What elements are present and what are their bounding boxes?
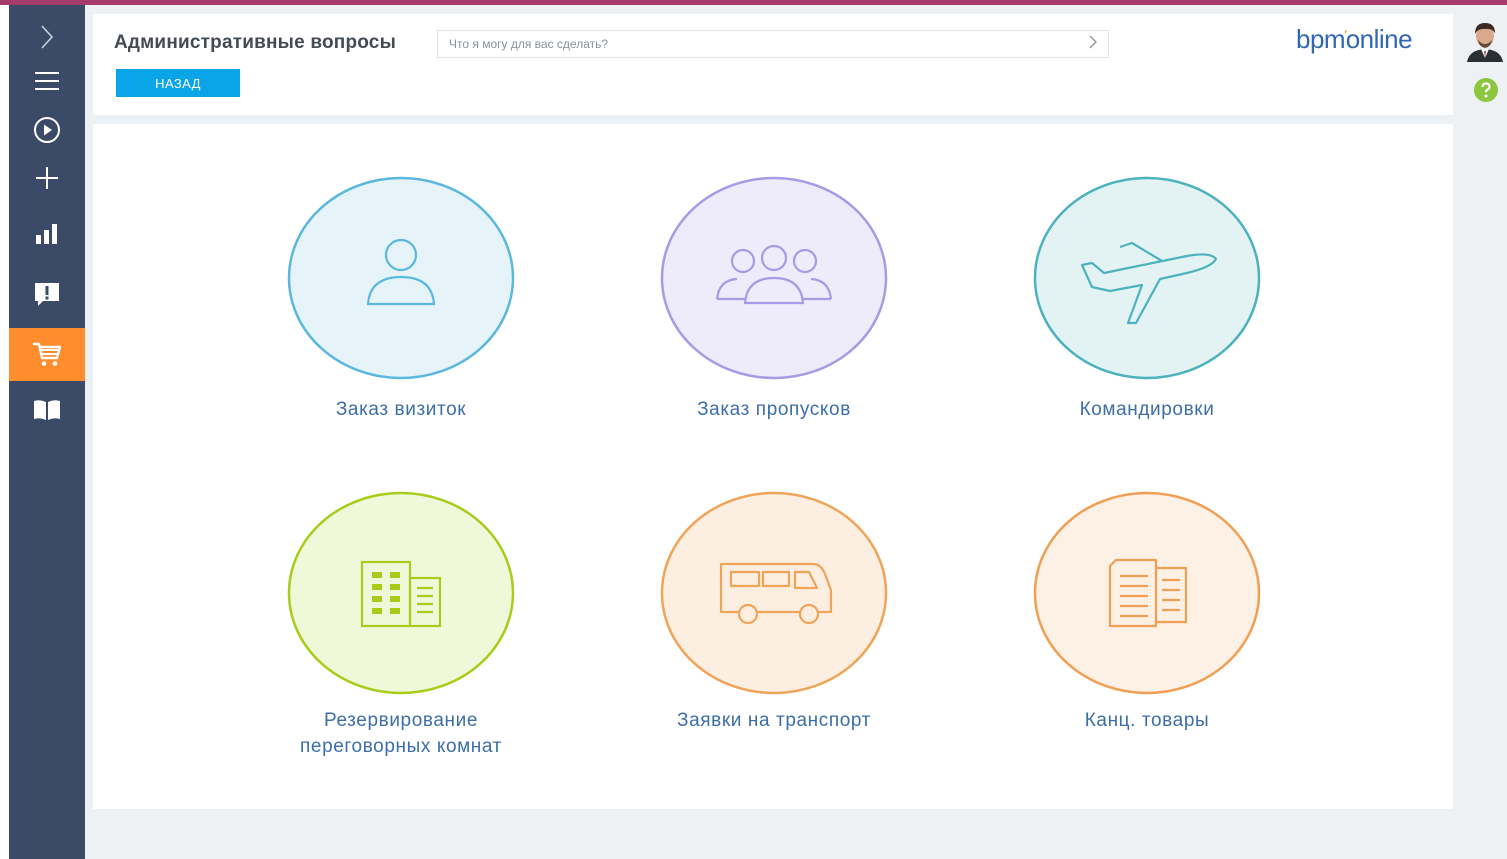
- chevron-right-icon: [1088, 35, 1098, 54]
- sidebar-add-button[interactable]: [9, 154, 85, 202]
- tile-business-trips[interactable]: Командировки: [997, 175, 1297, 435]
- help-icon[interactable]: [1474, 78, 1498, 102]
- command-go-button[interactable]: [1078, 31, 1108, 57]
- tile-stationery-circle: [1033, 491, 1261, 695]
- tile-passes-circle: [660, 176, 888, 380]
- logo-text-left: bpm: [1296, 24, 1346, 54]
- tile-business-trips-circle: [1033, 176, 1261, 380]
- sidebar-processes-button[interactable]: [9, 106, 85, 154]
- sidebar-expand-button[interactable]: [9, 13, 85, 61]
- logo-text-right: online: [1345, 24, 1413, 54]
- command-line: [437, 30, 1109, 58]
- sidebar-knowledge-base-button[interactable]: [9, 386, 85, 434]
- alert-message-icon: [34, 282, 60, 308]
- page-title: Административные вопросы: [114, 32, 396, 53]
- back-button[interactable]: НАЗАД: [116, 69, 240, 97]
- tile-transport[interactable]: Заявки на транспорт: [624, 490, 924, 750]
- tile-label-line-2: переговорных комнат: [300, 736, 502, 757]
- chevron-right-icon: [39, 24, 55, 50]
- main-sidebar: [9, 5, 85, 859]
- sidebar-menu-button[interactable]: [9, 57, 85, 105]
- book-icon: [33, 399, 61, 421]
- tile-business-cards-circle: [287, 176, 515, 380]
- menu-icon: [34, 71, 60, 91]
- tile-meeting-rooms-circle: [287, 491, 515, 695]
- bar-chart-icon: [35, 223, 59, 245]
- sidebar-feed-button[interactable]: [9, 271, 85, 319]
- sidebar-analytics-button[interactable]: [9, 210, 85, 258]
- tile-passes[interactable]: Заказ пропусков: [624, 175, 924, 435]
- plus-icon: [35, 166, 59, 190]
- cart-icon: [32, 342, 62, 368]
- tile-label: Заявки на транспорт: [677, 710, 871, 731]
- tile-stationery[interactable]: Канц. товары: [997, 490, 1297, 750]
- tile-transport-circle: [660, 491, 888, 695]
- tile-label: Заказ пропусков: [697, 399, 851, 420]
- bpmonline-logo: bpm’online: [1296, 24, 1413, 55]
- user-avatar[interactable]: [1463, 18, 1507, 62]
- command-input[interactable]: [438, 31, 1078, 57]
- tile-label: Заказ визиток: [335, 399, 467, 420]
- tile-label-line-1: Резервирование: [324, 710, 478, 731]
- tile-business-cards[interactable]: Заказ визиток: [251, 175, 551, 435]
- left-gutter: [0, 5, 9, 859]
- play-circle-icon: [33, 116, 61, 144]
- tile-meeting-rooms[interactable]: Резервирование переговорных комнат: [251, 490, 551, 760]
- tile-label: Канц. товары: [1084, 710, 1210, 731]
- tile-label: Командировки: [1079, 399, 1215, 420]
- sidebar-service-catalog-button[interactable]: [9, 328, 85, 381]
